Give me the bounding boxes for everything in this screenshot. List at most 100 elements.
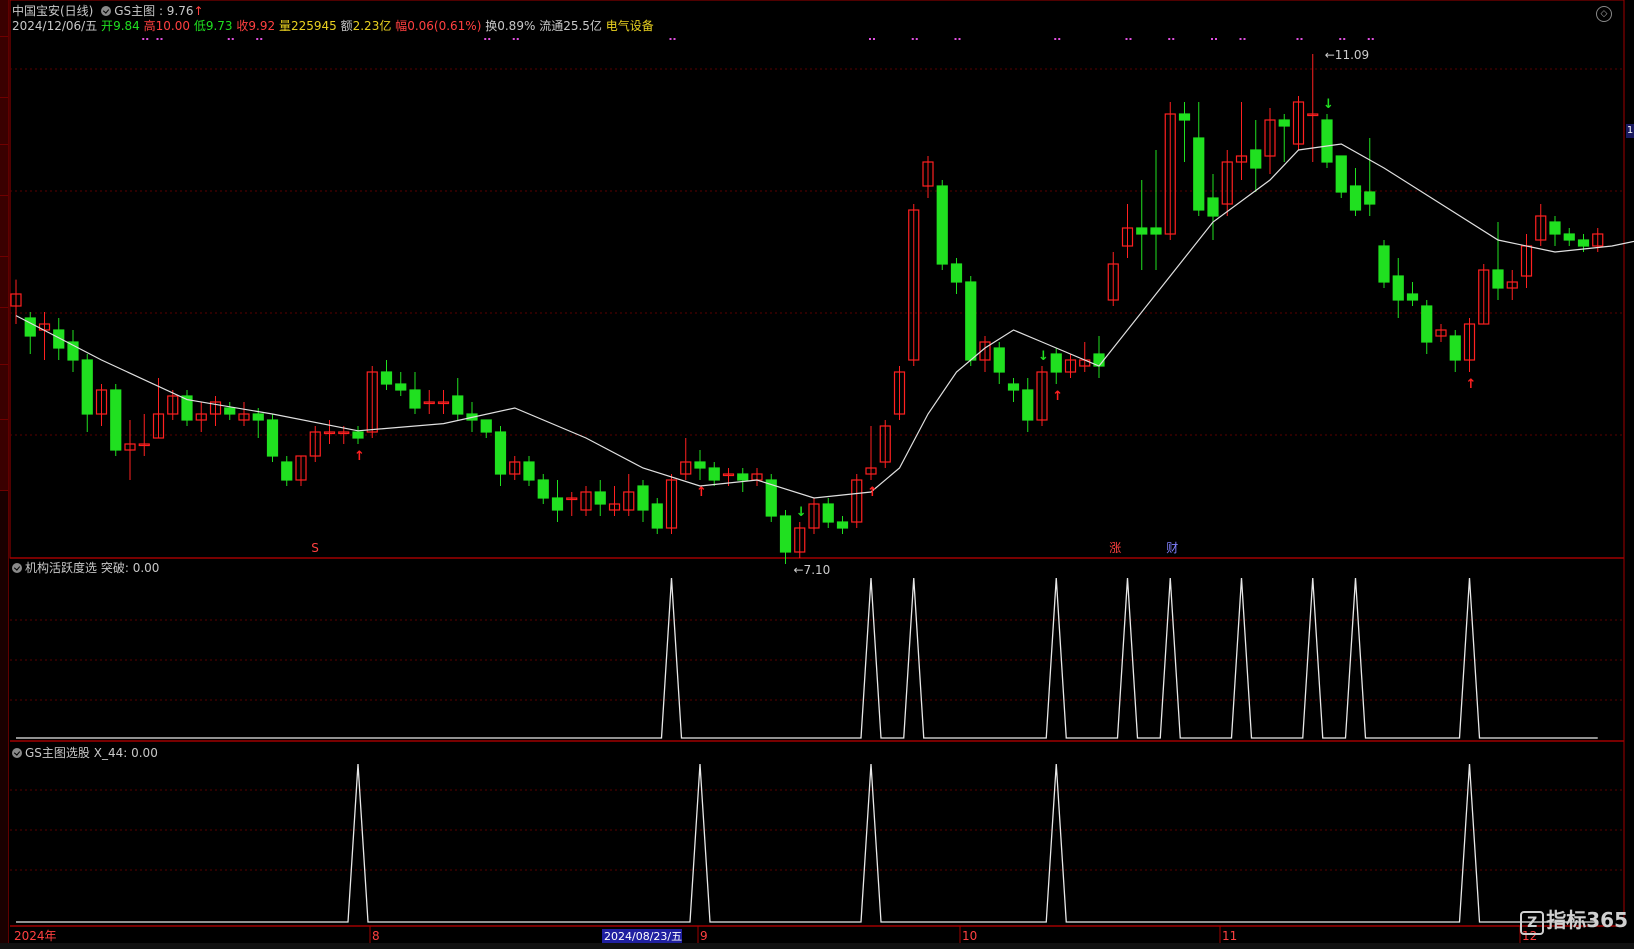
stock-name: 中国宝安(日线) (12, 4, 94, 18)
panel2-title[interactable]: 机构活跃度选 (25, 561, 97, 575)
candle-down[interactable] (1577, 239, 1590, 247)
sector-tag[interactable]: 电气设备 (606, 19, 654, 33)
xaxis-year: 2024年 (14, 929, 57, 943)
candle-down[interactable] (694, 461, 706, 469)
signal-dot (1243, 38, 1246, 40)
candle-down[interactable] (822, 503, 834, 523)
event-marker[interactable]: S (311, 541, 319, 555)
panel2-label: 突破 (100, 561, 125, 575)
status-strip (0, 943, 1634, 949)
signal-dot (1054, 38, 1057, 40)
check-circle-icon[interactable] (12, 748, 22, 758)
buy-arrow-icon: ↑ (1466, 377, 1477, 392)
candle-down[interactable] (965, 281, 977, 361)
candle-down[interactable] (1178, 113, 1191, 121)
panel2-value: : 0.00 (124, 561, 160, 575)
event-marker[interactable]: 涨 (1109, 540, 1121, 555)
candle-down[interactable] (950, 263, 963, 283)
candle-down[interactable] (1278, 119, 1290, 127)
x44-signal-line (16, 763, 1598, 923)
signal-dot (484, 38, 487, 40)
candle-down[interactable] (1349, 185, 1362, 211)
candle-down[interactable] (110, 389, 122, 451)
xaxis-month-label: 10 (962, 929, 977, 943)
candle-down[interactable] (1335, 155, 1347, 193)
xaxis-month-label: 11 (1222, 929, 1237, 943)
candle-down[interactable] (523, 461, 535, 481)
low-label: 低 (193, 19, 206, 33)
candle-down[interactable] (494, 431, 507, 475)
signal-dot (1343, 38, 1346, 40)
signal-dot (958, 38, 961, 40)
signal-dot (227, 38, 230, 40)
candle-down[interactable] (1421, 305, 1433, 343)
candle-down[interactable] (1321, 119, 1333, 163)
candle-down[interactable] (266, 419, 279, 457)
candle-down[interactable] (1193, 137, 1205, 211)
candle-down[interactable] (551, 497, 564, 511)
candle-down[interactable] (224, 407, 236, 415)
xaxis-cursor-date: 2024/08/23/五 (604, 930, 682, 943)
signal-dot (1168, 38, 1171, 40)
candle-down[interactable] (452, 395, 464, 415)
candle-down[interactable] (1549, 221, 1561, 235)
signal-dot (156, 38, 159, 40)
candle-down[interactable] (1364, 191, 1376, 205)
candle-down[interactable] (252, 413, 264, 421)
candle-down[interactable] (1150, 227, 1162, 235)
open-label: 开 (101, 19, 114, 33)
kline-chart[interactable]: ←11.09 ←7.10 ↑ ↑ ↑ ↑ ↑ ↓ ↓ ↓ S 涨 财 2024年 2024/08/23/五 8… (0, 0, 1634, 949)
candle-down[interactable] (1563, 233, 1575, 241)
candle-down[interactable] (1136, 227, 1148, 235)
xaxis-month-label: 9 (700, 929, 708, 943)
candle-down[interactable] (1022, 389, 1034, 421)
signal-dot (669, 38, 672, 40)
candle-down[interactable] (380, 371, 393, 385)
candle-down[interactable] (993, 347, 1005, 373)
panel3-title[interactable]: GS主图选股 (25, 746, 90, 760)
candle-down[interactable] (836, 521, 849, 529)
indicator-value: : 9.76 (158, 4, 194, 18)
amt-value: 2.23亿 (352, 19, 392, 33)
candle-down[interactable] (1378, 245, 1390, 283)
candle-down[interactable] (708, 467, 720, 481)
candle-down[interactable] (537, 479, 549, 499)
candle-down[interactable] (81, 359, 93, 415)
high-value: 10.00 (155, 19, 190, 33)
buy-arrow-icon: ↑ (1052, 389, 1063, 404)
check-circle-icon[interactable] (12, 563, 22, 573)
event-marker[interactable]: 财 (1166, 541, 1178, 555)
signal-dot (915, 38, 918, 40)
right-edge-marker[interactable]: 1 (1626, 124, 1634, 138)
candle-down[interactable] (395, 383, 407, 391)
candle-down[interactable] (637, 485, 649, 511)
candle-down[interactable] (737, 473, 749, 481)
candle-down[interactable] (409, 389, 421, 409)
watermark: Z 指标365 (1520, 904, 1628, 935)
candle-down[interactable] (281, 461, 293, 481)
chg-value: 0.06(0.61%) (407, 19, 482, 33)
signal-dot (1129, 38, 1132, 40)
signal-dot (1371, 38, 1374, 40)
collapse-icon[interactable]: ◇ (1596, 6, 1612, 22)
candle-down[interactable] (779, 515, 792, 553)
candle-down[interactable] (936, 185, 948, 265)
candle-down[interactable] (651, 503, 663, 529)
candle-down[interactable] (1207, 197, 1219, 217)
candle-down[interactable] (1007, 383, 1020, 391)
candle-down[interactable] (594, 491, 606, 505)
candle-down[interactable] (1406, 293, 1419, 301)
signal-dot (1300, 38, 1303, 40)
candle-down[interactable] (1050, 353, 1062, 373)
candle-down[interactable] (352, 431, 364, 439)
candle-down[interactable] (1449, 335, 1461, 361)
panel3-label: X_44 (93, 746, 124, 760)
candle-down[interactable] (1250, 149, 1262, 169)
candle-down[interactable] (480, 419, 492, 433)
open-value: 9.84 (113, 19, 140, 33)
indicator-name[interactable]: GS主图 (114, 4, 155, 18)
turn-value: 0.89% (497, 19, 536, 33)
candle-down[interactable] (1492, 269, 1504, 289)
check-circle-icon[interactable] (101, 6, 112, 16)
candle-down[interactable] (1392, 275, 1404, 301)
